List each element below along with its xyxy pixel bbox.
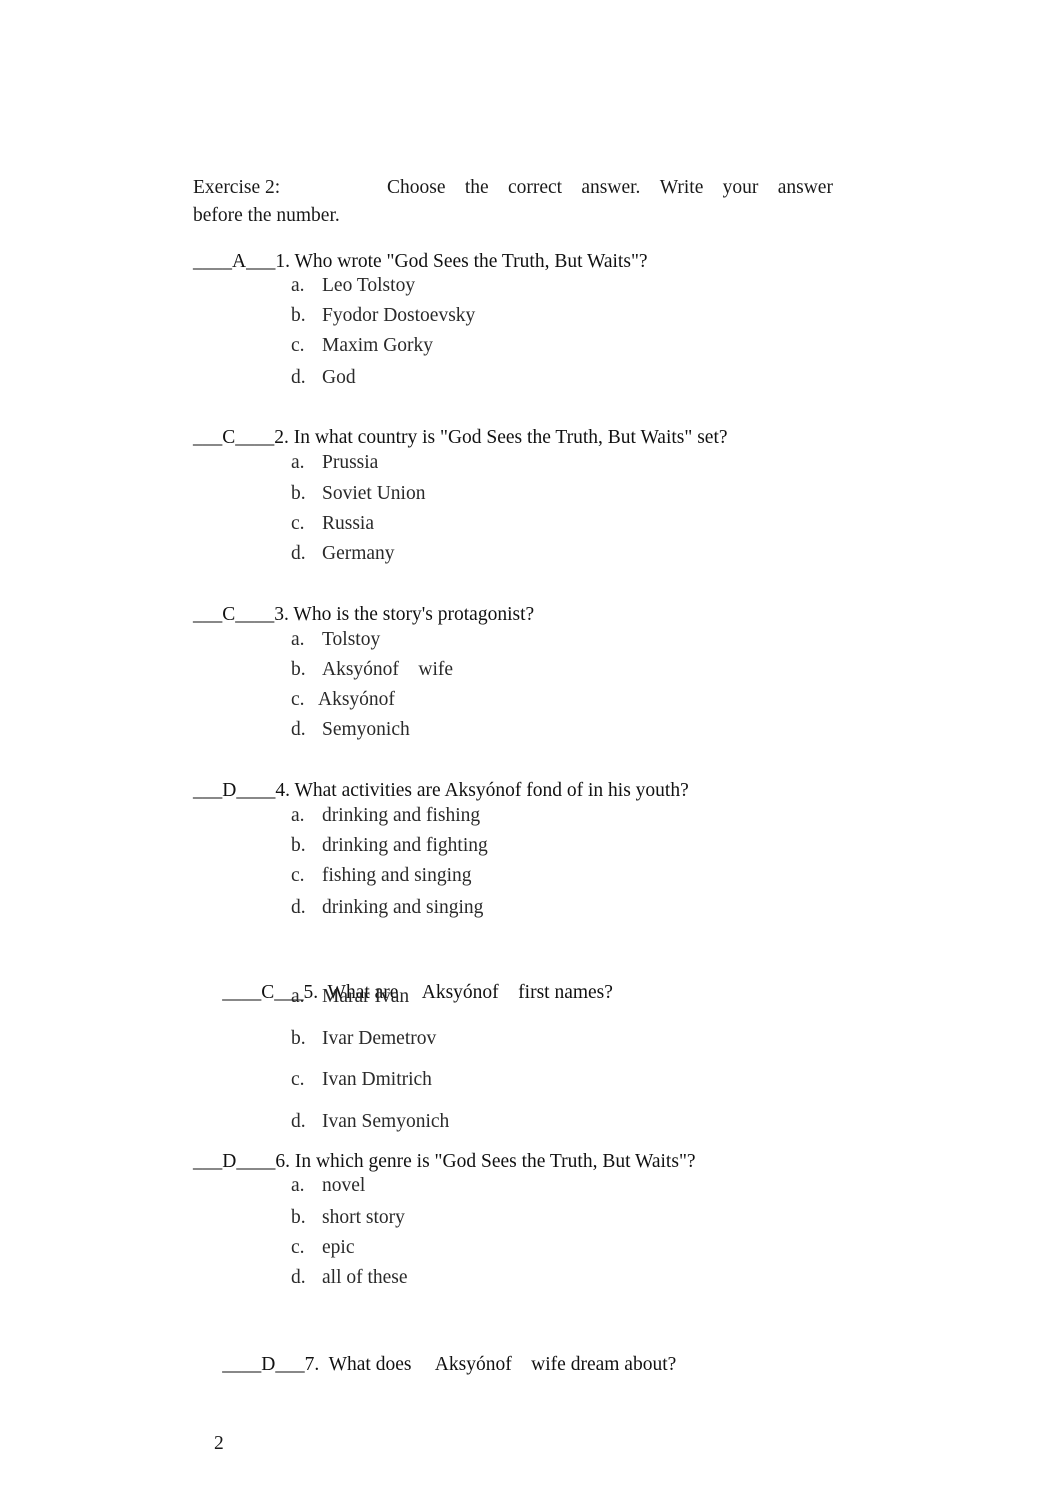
- option-d: d. Ivan Semyonich: [291, 1111, 450, 1132]
- question-5: ____C___5. What are Aksyónof first names…: [193, 954, 613, 1132]
- option-a: a. Tolstoy: [291, 629, 381, 650]
- question-1: ____A___1. Who wrote "God Sees the Truth…: [193, 249, 648, 388]
- written-answer: D: [261, 1354, 276, 1375]
- option-b: b. short story: [291, 1207, 405, 1228]
- answer-blank[interactable]: ___D____: [193, 1151, 275, 1172]
- question-text: What does Aksyónof wife dream about?: [328, 1354, 677, 1375]
- question-number: 7.: [304, 1354, 320, 1375]
- option-c: c. Russia: [291, 513, 375, 534]
- question-number: 4.: [275, 780, 290, 801]
- option-b: b. Aksyónof wife: [291, 659, 454, 680]
- question-text: Who is the story's protagonist?: [293, 604, 535, 625]
- document-page: Exercise 2: Choose the correct answer. W…: [0, 0, 1062, 1506]
- option-a: a. Prussia: [291, 452, 379, 473]
- option-d: d. drinking and singing: [291, 897, 484, 918]
- option-d: d. God: [291, 367, 356, 388]
- written-answer: C: [261, 982, 275, 1003]
- option-a: a. novel: [291, 1175, 366, 1196]
- option-a: a. drinking and fishing: [291, 805, 481, 826]
- answer-blank[interactable]: ___D____: [193, 780, 275, 801]
- question-6: ___D____6. In which genre is "God Sees t…: [193, 1149, 696, 1288]
- option-c: c. Ivan Dmitrich: [291, 1069, 432, 1090]
- question-number: 3.: [274, 604, 289, 625]
- question-number: 6.: [275, 1151, 290, 1172]
- page-number: 2: [214, 1433, 224, 1454]
- option-c: c. Aksyónof: [291, 689, 395, 710]
- exercise-instruction: Choose the correct answer. Write your an…: [387, 177, 833, 198]
- option-d: d. Semyonich: [291, 719, 410, 740]
- option-b: b. Ivar Demetrov: [291, 1028, 437, 1049]
- question-text: What activities are Aksyónof fond of in …: [294, 780, 689, 801]
- written-answer: C: [222, 427, 236, 448]
- question-2: ___C____2. In what country is "God Sees …: [193, 425, 728, 564]
- option-c: c. epic: [291, 1237, 355, 1258]
- question-number: 2.: [274, 427, 289, 448]
- question-number: 1.: [275, 251, 290, 272]
- question-4: ___D____4. What activities are Aksyónof …: [193, 778, 689, 918]
- question-text: Who wrote "God Sees the Truth, But Waits…: [294, 251, 648, 272]
- answer-blank[interactable]: ___C____: [193, 604, 274, 625]
- written-answer: C: [222, 604, 236, 625]
- written-answer: A: [232, 251, 247, 272]
- question-7: ____D___7. What does Aksyónof wife dream…: [193, 1326, 676, 1375]
- option-b: b. Fyodor Dostoevsky: [291, 305, 476, 326]
- exercise-label: Exercise 2:: [193, 177, 281, 198]
- option-a: a. Leo Tolstoy: [291, 275, 416, 296]
- option-b: b. drinking and fighting: [291, 835, 488, 856]
- exercise-header: Exercise 2: Choose the correct answer. W…: [193, 174, 833, 230]
- option-b: b. Soviet Union: [291, 483, 426, 504]
- written-answer: D: [222, 1151, 237, 1172]
- question-text: In what country is "God Sees the Truth, …: [293, 427, 728, 448]
- answer-blank[interactable]: ____A___: [193, 251, 275, 272]
- written-answer: D: [222, 780, 237, 801]
- option-c: c. fishing and singing: [291, 865, 472, 886]
- answer-blank[interactable]: ___C____: [193, 427, 274, 448]
- option-c: c. Maxim Gorky: [291, 335, 434, 356]
- question-text: In which genre is "God Sees the Truth, B…: [294, 1151, 696, 1172]
- question-3: ___C____3. Who is the story's protagonis…: [193, 602, 535, 740]
- option-a: a. Marar Ivan: [291, 986, 410, 1007]
- answer-blank[interactable]: ____D___: [222, 1354, 304, 1375]
- exercise-instruction-continued: before the number.: [193, 205, 340, 226]
- option-d: d. all of these: [291, 1267, 408, 1288]
- option-d: d. Germany: [291, 543, 395, 564]
